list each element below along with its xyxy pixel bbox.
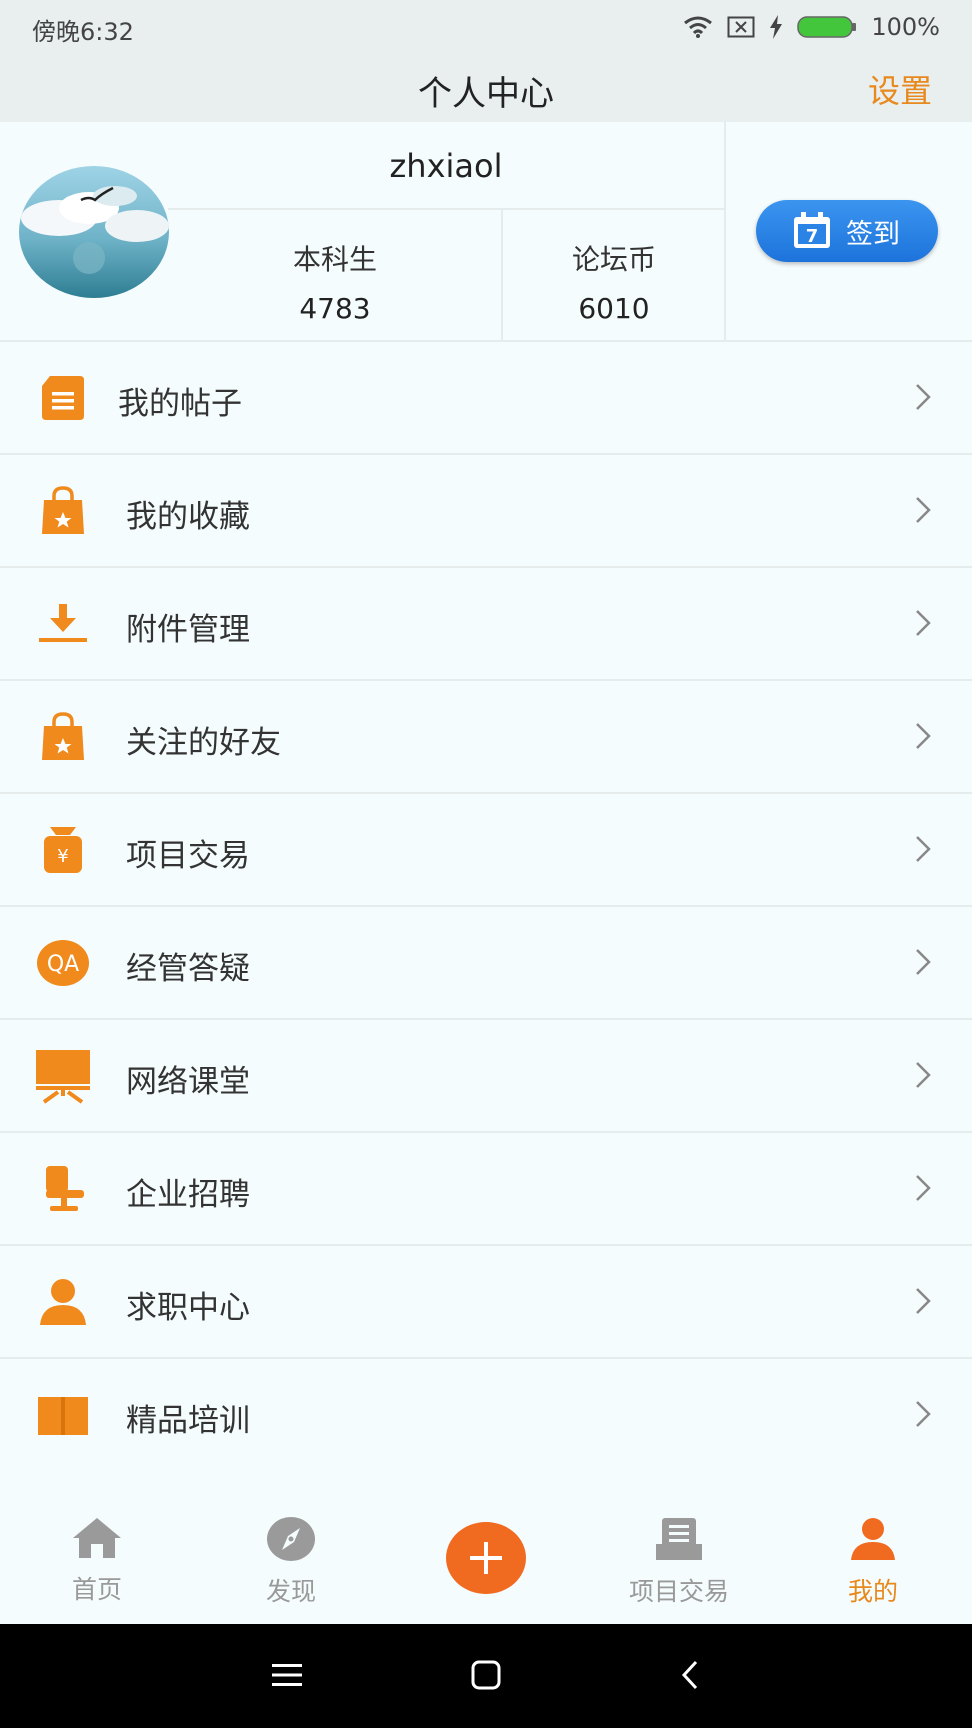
home-icon xyxy=(73,1518,121,1558)
tab-label: 我的 xyxy=(847,1577,898,1606)
no-sim-icon xyxy=(727,16,755,38)
menu-icon[interactable] xyxy=(272,1662,302,1688)
wifi-icon xyxy=(684,16,713,38)
tab-discover[interactable]: 发现 xyxy=(211,1516,371,1608)
shopping-bag-star-icon xyxy=(32,483,94,539)
chevron-right-icon xyxy=(916,610,931,636)
tab-home[interactable]: 首页 xyxy=(17,1516,177,1606)
stat-value: 4783 xyxy=(299,292,371,325)
settings-button[interactable]: 设置 xyxy=(868,66,932,112)
menu-item-label: 关注的好友 xyxy=(126,725,281,761)
person-icon xyxy=(851,1518,895,1560)
menu-item-project-trade[interactable]: ¥ 项目交易 xyxy=(0,794,972,907)
profile-card: zhxiaol 本科生 4783 论坛币 6010 7 签到 xyxy=(0,122,972,342)
tab-label: 项目交易 xyxy=(628,1577,729,1606)
tab-mine[interactable]: 我的 xyxy=(793,1516,953,1608)
bottom-tab-bar: 首页 发现 项目交易 我的 xyxy=(0,1470,972,1624)
menu-item-label: 我的帖子 xyxy=(118,386,242,422)
menu-item-label: 精品培训 xyxy=(126,1403,250,1439)
username: zhxiaol xyxy=(168,122,724,210)
svg-text:QA: QA xyxy=(47,952,79,977)
chevron-right-icon xyxy=(916,497,931,523)
office-chair-icon xyxy=(32,1161,94,1217)
menu-item-label: 经管答疑 xyxy=(126,951,250,987)
stat-label: 论坛币 xyxy=(571,243,656,276)
chevron-right-icon xyxy=(916,836,931,862)
charging-icon xyxy=(770,15,783,39)
stat-label: 本科生 xyxy=(292,243,377,276)
stat-value: 6010 xyxy=(578,292,650,325)
tab-label: 首页 xyxy=(71,1575,122,1604)
menu-list: 我的帖子 我的收藏 附件管理 关注的好友 ¥ 项目交易 QA 经管答疑 网络课堂… xyxy=(0,342,972,1472)
status-bar: 傍晚6:32 100% xyxy=(0,0,972,56)
open-book-icon xyxy=(32,1387,94,1443)
menu-item-recruitment[interactable]: 企业招聘 xyxy=(0,1133,972,1246)
menu-item-favorites[interactable]: 我的收藏 xyxy=(0,455,972,568)
sign-in-button[interactable]: 7 签到 xyxy=(756,200,938,262)
chevron-right-icon xyxy=(916,949,931,975)
add-button[interactable] xyxy=(446,1522,526,1594)
chevron-right-icon xyxy=(916,384,931,410)
status-time: 傍晚6:32 xyxy=(32,18,134,46)
svg-text:7: 7 xyxy=(806,226,819,247)
stat-coins: 论坛币 6010 xyxy=(475,212,753,342)
battery-icon xyxy=(797,16,857,38)
money-bag-icon: ¥ xyxy=(32,822,94,878)
chevron-right-icon xyxy=(916,1175,931,1201)
project-icon xyxy=(656,1518,702,1560)
menu-item-qa[interactable]: QA 经管答疑 xyxy=(0,907,972,1020)
qa-icon: QA xyxy=(32,935,94,991)
sign-in-label: 签到 xyxy=(846,218,900,250)
menu-item-following[interactable]: 关注的好友 xyxy=(0,681,972,794)
calendar-icon: 7 xyxy=(794,212,830,248)
system-nav-bar xyxy=(0,1624,972,1728)
page-title: 个人中心 xyxy=(418,74,554,114)
svg-text:¥: ¥ xyxy=(57,846,68,867)
stat-level: 本科生 4783 xyxy=(196,212,474,342)
menu-item-label: 求职中心 xyxy=(126,1290,250,1326)
document-icon xyxy=(32,370,94,426)
home-square-icon[interactable] xyxy=(471,1660,501,1690)
chevron-right-icon xyxy=(916,723,931,749)
download-icon xyxy=(32,596,94,652)
avatar[interactable] xyxy=(19,166,169,298)
tab-project-trade[interactable]: 项目交易 xyxy=(599,1516,759,1608)
menu-item-label: 我的收藏 xyxy=(126,499,250,535)
battery-percent: 100% xyxy=(871,13,940,41)
menu-item-label: 网络课堂 xyxy=(126,1064,250,1100)
menu-item-label: 附件管理 xyxy=(126,612,250,648)
menu-item-my-posts[interactable]: 我的帖子 xyxy=(0,342,972,455)
menu-item-online-class[interactable]: 网络课堂 xyxy=(0,1020,972,1133)
chevron-right-icon xyxy=(916,1401,931,1427)
easel-icon xyxy=(32,1048,94,1104)
menu-item-job-center[interactable]: 求职中心 xyxy=(0,1246,972,1359)
person-icon xyxy=(32,1274,94,1330)
menu-item-attachments[interactable]: 附件管理 xyxy=(0,568,972,681)
tab-label: 发现 xyxy=(265,1577,316,1606)
back-icon[interactable] xyxy=(680,1660,700,1690)
shopping-bag-star-icon xyxy=(32,709,94,765)
chevron-right-icon xyxy=(916,1288,931,1314)
title-bar: 个人中心 设置 xyxy=(0,56,972,122)
menu-item-training[interactable]: 精品培训 xyxy=(0,1359,972,1472)
menu-item-label: 项目交易 xyxy=(126,838,250,874)
menu-item-label: 企业招聘 xyxy=(126,1177,250,1213)
compass-icon xyxy=(267,1517,315,1561)
chevron-right-icon xyxy=(916,1062,931,1088)
plus-icon xyxy=(470,1542,502,1574)
